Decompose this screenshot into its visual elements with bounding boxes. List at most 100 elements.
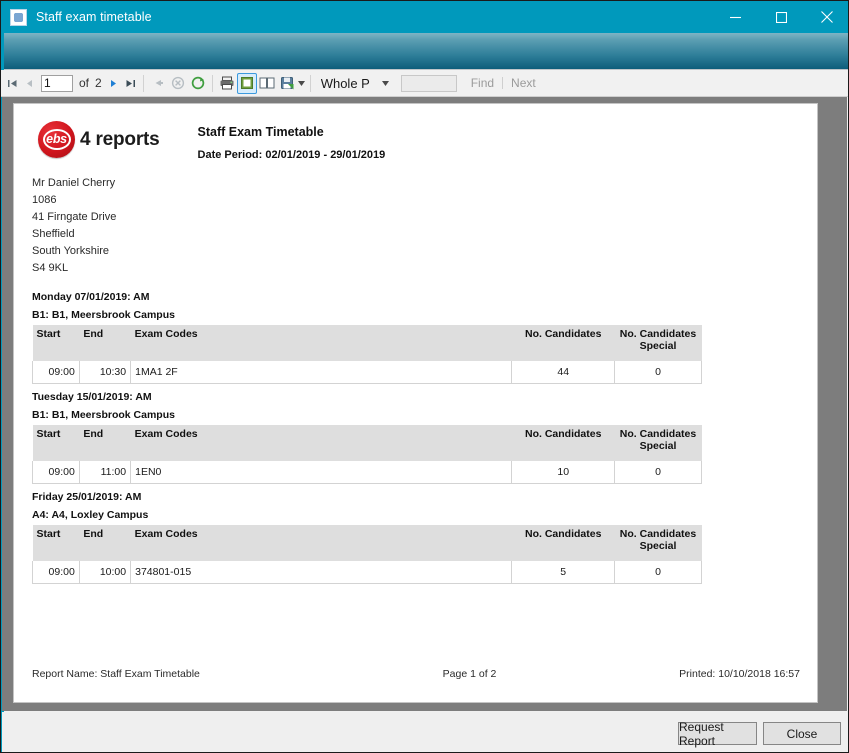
page-setup-icon[interactable] — [257, 73, 277, 94]
column-header-candidates: No. Candidates — [512, 425, 615, 461]
next-page-icon[interactable] — [105, 74, 122, 93]
export-dropdown-arrow-icon[interactable] — [297, 73, 306, 94]
previous-page-icon[interactable] — [21, 74, 38, 93]
table-header-row: Start End Exam Codes No. Candidates No. … — [33, 425, 702, 461]
recipient-address: Mr Daniel Cherry 1086 41 Firngate Drive … — [32, 175, 116, 277]
back-icon[interactable] — [148, 73, 168, 94]
maximize-button[interactable] — [758, 1, 804, 33]
first-page-icon[interactable] — [4, 74, 21, 93]
address-line: 1086 — [32, 192, 116, 209]
find-separator — [502, 77, 503, 89]
cell-candidates: 10 — [512, 461, 615, 484]
exam-table: Start End Exam Codes No. Candidates No. … — [32, 325, 702, 384]
section-date: Friday 25/01/2019: AM — [32, 491, 702, 503]
logo-wordmark: 4 reports — [80, 129, 160, 151]
cell-candidates-special: 0 — [615, 461, 702, 484]
print-icon[interactable] — [217, 73, 237, 94]
toolbar-separator — [143, 75, 144, 92]
exam-section: Friday 25/01/2019: AM A4: A4, Loxley Cam… — [32, 491, 702, 584]
find-next-button[interactable]: Next — [511, 76, 536, 90]
footer-printed: Printed: 10/10/2018 16:57 — [679, 668, 800, 680]
table-header-row: Start End Exam Codes No. Candidates No. … — [33, 525, 702, 561]
cell-candidates-special: 0 — [615, 361, 702, 384]
header-gradient-band — [1, 33, 849, 70]
section-room: B1: B1, Meersbrook Campus — [32, 309, 702, 321]
section-room: A4: A4, Loxley Campus — [32, 509, 702, 521]
column-header-end: End — [79, 325, 130, 361]
table-row: 09:00 10:30 1MA1 2F 44 0 — [33, 361, 702, 384]
address-line: 41 Firngate Drive — [32, 209, 116, 226]
toolbar-separator — [310, 75, 311, 92]
close-dialog-button[interactable]: Close — [763, 722, 841, 745]
column-header-candidates: No. Candidates — [512, 525, 615, 561]
report-viewer-toolbar: of 2 — [1, 70, 849, 97]
footer-page-number: Page 1 of 2 — [443, 668, 497, 680]
cell-end: 11:00 — [79, 461, 130, 484]
cell-end: 10:30 — [79, 361, 130, 384]
column-header-start: Start — [33, 425, 80, 461]
column-header-exam-codes: Exam Codes — [131, 325, 512, 361]
cell-candidates: 5 — [512, 561, 615, 584]
section-date: Monday 07/01/2019: AM — [32, 291, 702, 303]
find-button[interactable]: Find — [471, 76, 494, 90]
report-content: ebs 4 reports Staff Exam Timetable Date … — [14, 104, 817, 702]
exam-section: Monday 07/01/2019: AM B1: B1, Meersbrook… — [32, 291, 702, 384]
address-line: Sheffield — [32, 226, 116, 243]
cell-exam-codes: 1MA1 2F — [131, 361, 512, 384]
table-header-row: Start End Exam Codes No. Candidates No. … — [33, 325, 702, 361]
report-footer: Report Name: Staff Exam Timetable Page 1… — [32, 668, 800, 680]
report-title-block: Staff Exam Timetable Date Period: 02/01/… — [198, 121, 386, 161]
address-line: Mr Daniel Cherry — [32, 175, 116, 192]
ebs-logo: ebs 4 reports — [38, 121, 160, 158]
report-viewer-area: ebs 4 reports Staff Exam Timetable Date … — [2, 97, 847, 711]
close-button[interactable] — [804, 1, 849, 33]
address-line: South Yorkshire — [32, 243, 116, 260]
minimize-button[interactable] — [712, 1, 758, 33]
exam-table: Start End Exam Codes No. Candidates No. … — [32, 525, 702, 584]
zoom-select[interactable]: Whole P — [321, 74, 393, 93]
last-page-icon[interactable] — [122, 74, 139, 93]
cell-candidates-special: 0 — [615, 561, 702, 584]
cell-exam-codes: 374801-015 — [131, 561, 512, 584]
dialog-footer: Request Report Close — [2, 712, 847, 752]
column-header-exam-codes: Exam Codes — [131, 425, 512, 461]
find-input[interactable] — [401, 75, 457, 92]
page-number-input[interactable] — [41, 75, 73, 92]
cell-start: 09:00 — [33, 361, 80, 384]
zoom-dropdown-arrow-icon[interactable] — [378, 74, 393, 93]
export-save-icon[interactable] — [277, 73, 297, 94]
exam-section: Tuesday 15/01/2019: AM B1: B1, Meersbroo… — [32, 391, 702, 484]
report-header: ebs 4 reports Staff Exam Timetable Date … — [38, 121, 385, 161]
window-title: Staff exam timetable — [36, 10, 152, 24]
column-header-start: Start — [33, 525, 80, 561]
column-header-exam-codes: Exam Codes — [131, 525, 512, 561]
cell-start: 09:00 — [33, 461, 80, 484]
ebs-logo-badge-icon: ebs — [38, 121, 75, 158]
toolbar-separator — [212, 75, 213, 92]
stop-icon[interactable] — [168, 73, 188, 94]
request-report-button[interactable]: Request Report — [678, 722, 757, 745]
print-layout-icon[interactable] — [237, 73, 257, 94]
column-header-candidates-special: No. CandidatesSpecial — [615, 525, 702, 561]
table-row: 09:00 10:00 374801-015 5 0 — [33, 561, 702, 584]
cell-candidates: 44 — [512, 361, 615, 384]
application-window: Staff exam timetable of 2 — [0, 0, 849, 753]
column-header-candidates-special: No. CandidatesSpecial — [615, 425, 702, 461]
cell-start: 09:00 — [33, 561, 80, 584]
address-line: S4 9KL — [32, 260, 116, 277]
column-header-start: Start — [33, 325, 80, 361]
logo-badge-text: ebs — [46, 133, 67, 146]
cell-end: 10:00 — [79, 561, 130, 584]
refresh-icon[interactable] — [188, 73, 208, 94]
column-header-end: End — [79, 525, 130, 561]
column-header-candidates-special: No. CandidatesSpecial — [615, 325, 702, 361]
app-grid-icon — [10, 9, 27, 26]
report-page: ebs 4 reports Staff Exam Timetable Date … — [13, 103, 818, 703]
section-room: B1: B1, Meersbrook Campus — [32, 409, 702, 421]
total-pages-label: 2 — [92, 76, 105, 90]
section-date: Tuesday 15/01/2019: AM — [32, 391, 702, 403]
window-controls — [712, 1, 849, 33]
table-row: 09:00 11:00 1EN0 10 0 — [33, 461, 702, 484]
report-title: Staff Exam Timetable — [198, 125, 386, 139]
report-date-period: Date Period: 02/01/2019 - 29/01/2019 — [198, 149, 386, 161]
